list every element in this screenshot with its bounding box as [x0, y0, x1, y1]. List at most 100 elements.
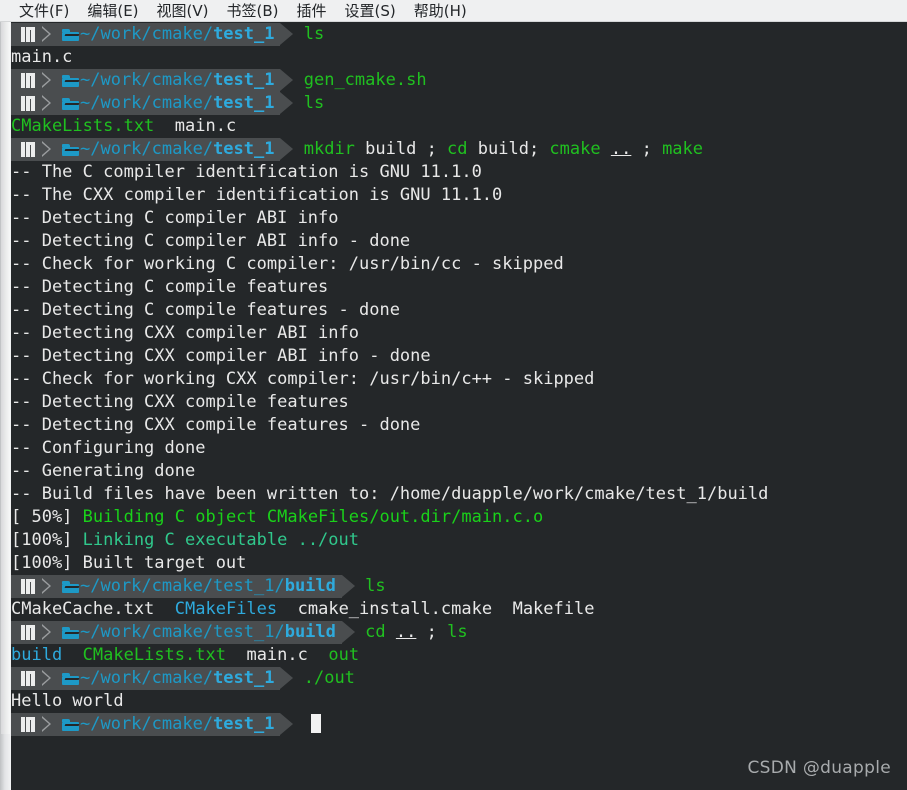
text-cursor[interactable]	[310, 714, 321, 733]
text-run: Building C object CMakeFiles/out.dir/mai…	[82, 507, 544, 527]
text-run: [100%]	[11, 530, 83, 550]
manjaro-logo-icon	[21, 96, 36, 111]
text-run: -- Check for working C compiler: /usr/bi…	[11, 254, 564, 274]
powerline-separator-icon	[41, 92, 54, 115]
prompt-path-segment: ~/work/cmake/test_1	[54, 713, 281, 736]
folder-icon	[62, 580, 80, 593]
prompt-distro-segment	[11, 23, 41, 46]
powerline-separator-icon	[280, 92, 294, 115]
terminal-output-line: CMakeLists.txt main.c	[11, 115, 907, 138]
terminal-output-line: -- Detecting C compiler ABI info	[11, 207, 907, 230]
terminal-command	[293, 93, 303, 113]
terminal-command-text: gen_cmake.sh	[304, 70, 427, 90]
powerline-separator-icon	[41, 575, 54, 598]
prompt-distro-segment	[11, 713, 41, 736]
menu-bookmarks[interactable]: 书签(B)	[218, 0, 288, 22]
terminal-output-line: CMakeCache.txt CMakeFiles cmake_install.…	[11, 598, 907, 621]
text-run: ls	[447, 622, 468, 642]
terminal-output[interactable]: ~/work/cmake/test_1 ls main.c ~/work/cmake…	[11, 22, 907, 790]
terminal-output-line: main.c	[11, 46, 907, 69]
terminal-output-line: -- Detecting C compile features	[11, 276, 907, 299]
text-run	[154, 116, 174, 136]
shell-prompt: ~/work/cmake/test_1	[11, 23, 294, 46]
text-run: build	[11, 645, 63, 665]
terminal-prompt-line: ~/work/cmake/test_1/build ls	[11, 575, 907, 598]
text-run: main.c	[246, 645, 308, 665]
manjaro-logo-icon	[21, 142, 36, 157]
text-run: mkdir	[303, 139, 355, 159]
menu-file[interactable]: 文件(F)	[10, 0, 78, 22]
text-run: Makefile	[512, 599, 595, 619]
terminal-output-line: -- The CXX compiler identification is GN…	[11, 184, 907, 207]
prompt-path-prefix: ~/work/cmake/	[80, 714, 214, 734]
text-run	[154, 599, 174, 619]
terminal-output-line: -- Detecting CXX compile features	[11, 391, 907, 414]
menu-bar: 文件(F) 编辑(E) 视图(V) 书签(B) 插件 设置(S) 帮助(H)	[0, 0, 907, 22]
text-run: -- Check for working CXX compiler: /usr/…	[11, 369, 595, 389]
terminal-output-line: [100%] Linking C executable ../out	[11, 529, 907, 552]
scrollbar-thumb[interactable]	[1, 22, 10, 734]
prompt-path-prefix: ~/work/cmake/test_1/	[80, 622, 285, 642]
powerline-separator-icon	[341, 621, 355, 644]
text-run: cmake_install.cmake	[297, 599, 493, 619]
text-run: -- Detecting C compiler ABI info - done	[11, 231, 411, 251]
terminal-command-text: ./out	[304, 668, 355, 688]
menu-plugins[interactable]: 插件	[288, 0, 336, 22]
menu-settings[interactable]: 设置(S)	[336, 0, 405, 22]
shell-prompt: ~/work/cmake/test_1	[11, 138, 294, 161]
terminal-command	[355, 576, 365, 596]
terminal-command-text: mkdir build ; cd build; cmake .. ; make	[304, 139, 703, 159]
menu-help[interactable]: 帮助(H)	[405, 0, 476, 22]
terminal-prompt-line: ~/work/cmake/test_1 mkdir build ; cd bui…	[11, 138, 907, 161]
powerline-separator-icon	[41, 713, 54, 736]
text-run: -- Generating done	[11, 461, 196, 481]
text-run: [ 50%]	[11, 507, 83, 527]
prompt-path-current: test_1	[213, 93, 275, 113]
powerline-separator-icon	[41, 621, 54, 644]
text-run: -- Detecting CXX compile features	[11, 392, 349, 412]
text-run: ..	[395, 622, 417, 642]
prompt-path-current: test_1	[213, 70, 275, 90]
text-run: ./out	[303, 668, 355, 688]
shell-prompt: ~/work/cmake/test_1	[11, 92, 294, 115]
text-run: -- Detecting C compile features - done	[11, 300, 400, 320]
prompt-path-prefix: ~/work/cmake/	[80, 139, 214, 159]
menu-edit[interactable]: 编辑(E)	[78, 0, 147, 22]
terminal-output-line: -- Detecting CXX compiler ABI info	[11, 322, 907, 345]
prompt-path-prefix: ~/work/cmake/test_1/	[80, 576, 285, 596]
terminal-output-line: -- Detecting CXX compiler ABI info - don…	[11, 345, 907, 368]
powerline-separator-icon	[280, 713, 294, 736]
text-run: CMakeLists.txt	[82, 645, 226, 665]
scrollbar-vertical[interactable]	[0, 22, 11, 790]
terminal-command-text: ls	[304, 93, 324, 113]
text-run: -- Detecting CXX compiler ABI info - don…	[11, 346, 431, 366]
shell-prompt: ~/work/cmake/test_1/build	[11, 575, 355, 598]
terminal-command	[293, 668, 303, 688]
text-run: cmake	[549, 139, 601, 159]
menu-view[interactable]: 视图(V)	[148, 0, 218, 22]
terminal-command	[293, 24, 303, 44]
prompt-path-segment: ~/work/cmake/test_1	[54, 69, 281, 92]
powerline-separator-icon	[41, 667, 54, 690]
terminal-command	[355, 622, 365, 642]
terminal-output-line: -- Check for working C compiler: /usr/bi…	[11, 253, 907, 276]
text-run: ;	[631, 139, 663, 159]
terminal-command	[293, 139, 303, 159]
terminal-output-line: [100%] Built target out	[11, 552, 907, 575]
folder-icon	[62, 143, 80, 156]
prompt-path-prefix: ~/work/cmake/	[80, 24, 214, 44]
prompt-path-segment: ~/work/cmake/test_1	[54, 138, 281, 161]
text-run	[492, 599, 512, 619]
prompt-distro-segment	[11, 667, 41, 690]
manjaro-logo-icon	[21, 73, 36, 88]
text-run: -- Configuring done	[11, 438, 206, 458]
shell-prompt: ~/work/cmake/test_1/build	[11, 621, 355, 644]
terminal-output-line: -- Generating done	[11, 460, 907, 483]
prompt-path-current: test_1	[213, 714, 275, 734]
text-run: CMakeCache.txt	[11, 599, 155, 619]
text-run: main.c	[174, 116, 237, 136]
text-run	[308, 645, 328, 665]
shell-prompt: ~/work/cmake/test_1	[11, 713, 294, 736]
terminal-command	[293, 714, 303, 734]
text-run: ls	[365, 576, 386, 596]
